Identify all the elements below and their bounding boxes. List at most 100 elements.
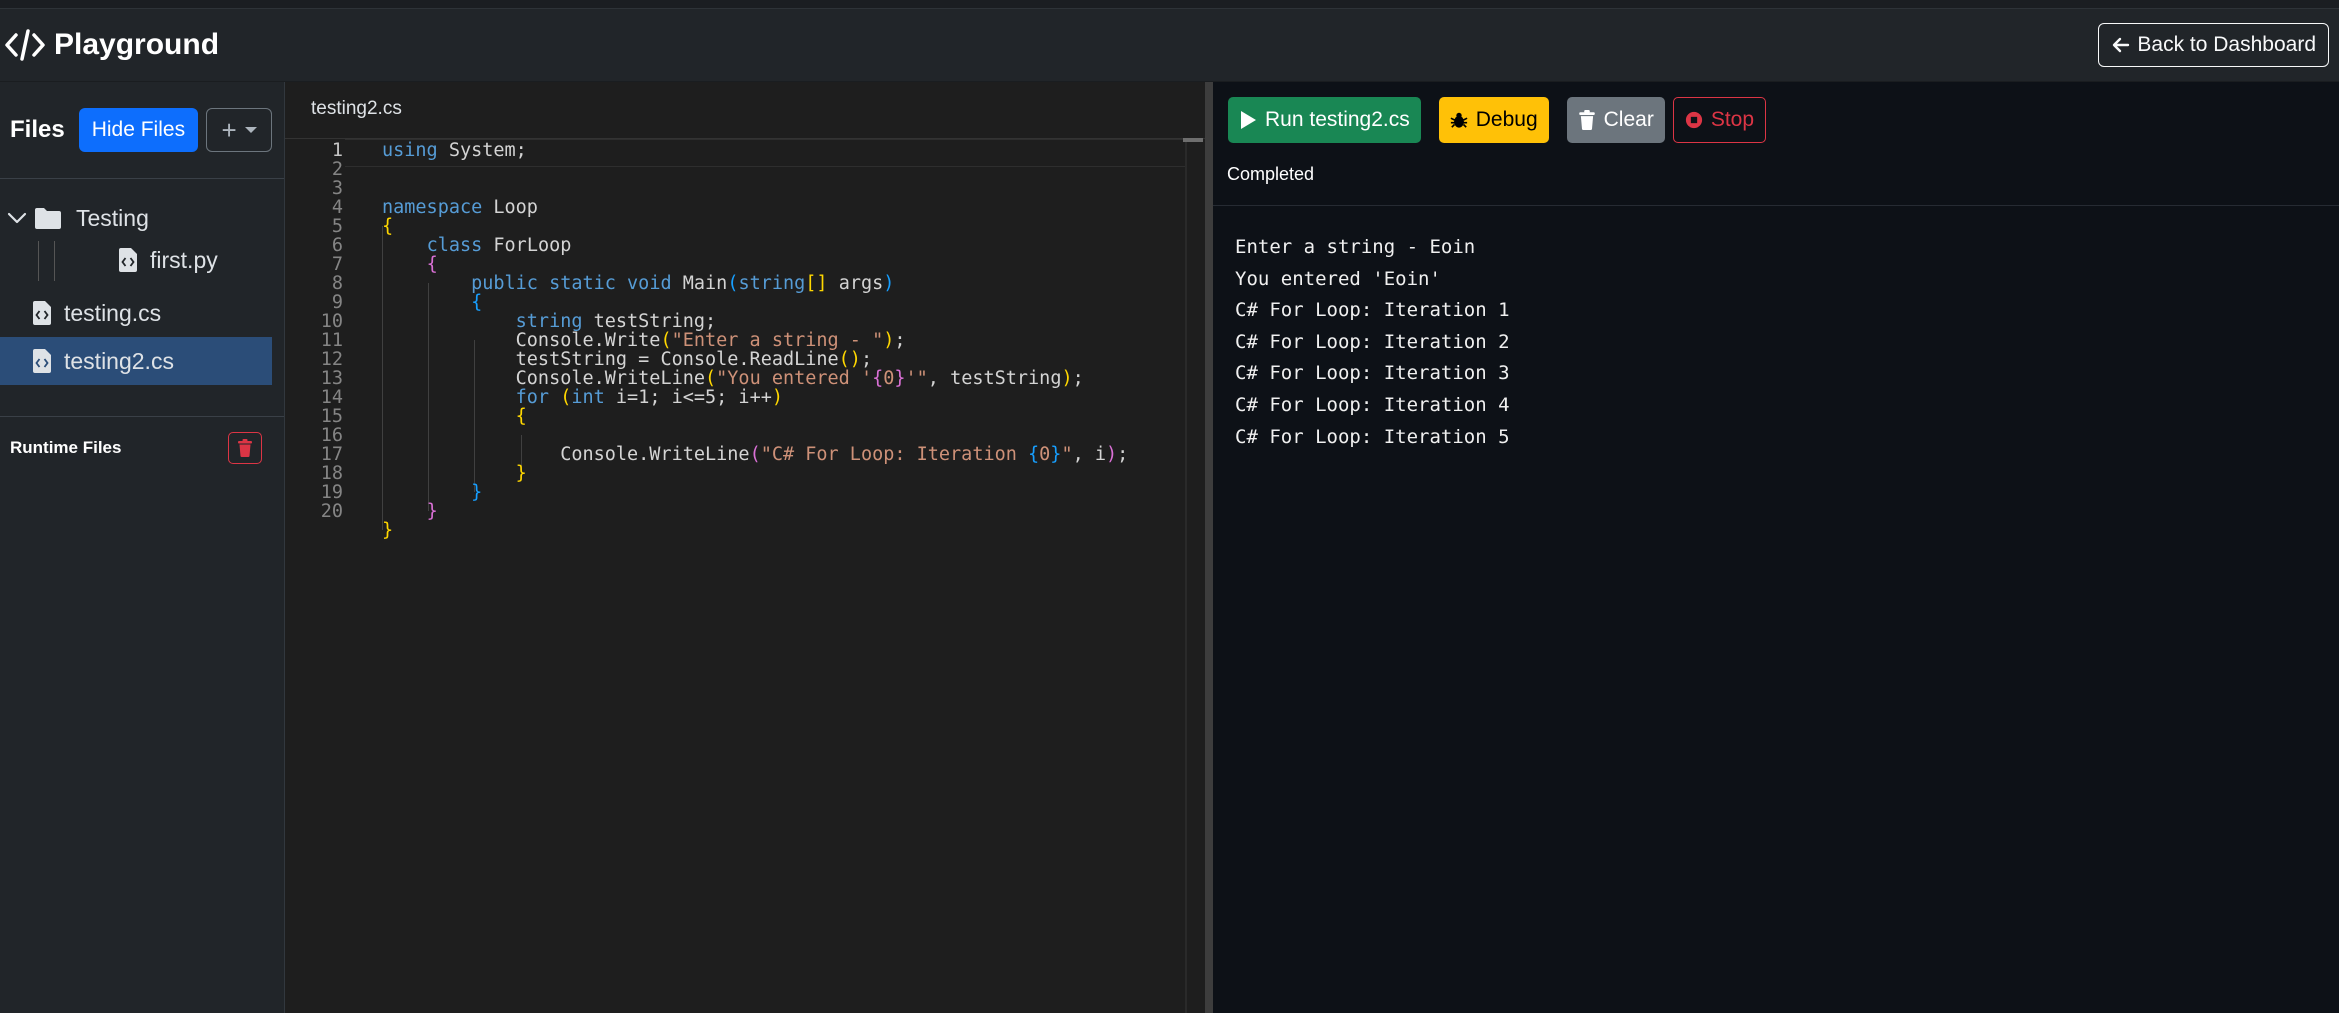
back-to-dashboard-button[interactable]: Back to Dashboard: [2098, 23, 2329, 67]
files-header: Files Hide Files +: [0, 82, 284, 179]
code-line: class ForLoop: [426, 235, 572, 256]
console-line: You entered 'Eoin': [1235, 267, 1441, 290]
file-label: testing2.cs: [64, 347, 174, 374]
pane-resize-handle[interactable]: [1205, 82, 1213, 1013]
runtime-files-title: Runtime Files: [10, 438, 122, 457]
clear-runtime-files-button[interactable]: [228, 432, 262, 464]
code-line: public static void Main(string[] args): [471, 273, 895, 294]
line-number: 19: [320, 482, 343, 503]
line-number: 10: [320, 311, 343, 332]
code-line: namespace Loop: [382, 197, 538, 218]
line-number: 13: [320, 368, 343, 389]
file-code-icon: [33, 301, 51, 325]
run-toolbar: Run testing2.cs Debug Clear Stop: [1228, 97, 1767, 143]
line-number: 14: [320, 387, 343, 408]
editor-tab[interactable]: testing2.cs: [311, 98, 402, 120]
add-file-dropdown[interactable]: +: [206, 108, 273, 152]
console-output: Enter a string - Eoin You entered 'Eoin' C…: [1235, 232, 1510, 453]
code-line: {: [426, 254, 438, 275]
line-number: 3: [331, 178, 343, 199]
clear-button[interactable]: Clear: [1566, 97, 1665, 143]
code-line: }: [426, 501, 438, 522]
line-number: 6: [331, 235, 343, 256]
line-number: 11: [320, 330, 343, 351]
code-line: {: [471, 292, 483, 313]
divider: [0, 416, 284, 417]
line-number: 5: [331, 216, 343, 237]
file-label: first.py: [150, 246, 218, 273]
line-number: 8: [331, 273, 343, 294]
stop-circle-icon: [1685, 111, 1702, 129]
code-line: }: [382, 520, 394, 541]
line-number: 18: [320, 463, 343, 484]
run-status: Completed: [1227, 164, 1315, 184]
file-code-icon: [119, 248, 137, 272]
code-line: }: [471, 482, 483, 503]
file-testing-cs[interactable]: testing.cs: [0, 289, 284, 337]
line-number: 4: [331, 197, 343, 218]
back-to-dashboard-label: Back to Dashboard: [2137, 33, 2316, 56]
trash-icon: [238, 439, 252, 457]
code-line: {: [382, 216, 394, 237]
plus-icon: +: [221, 114, 237, 145]
debug-button[interactable]: Debug: [1438, 97, 1549, 143]
folder-icon: [35, 208, 61, 229]
runtime-files-header: Runtime Files: [10, 430, 262, 466]
stop-label: Stop: [1710, 108, 1755, 131]
code-line: {: [515, 406, 527, 427]
chevron-down-icon: [244, 127, 257, 133]
code-line: }: [515, 463, 527, 484]
file-testing2-cs[interactable]: testing2.cs: [0, 337, 272, 385]
line-number: 7: [331, 254, 343, 275]
folder-label: Testing: [76, 204, 149, 231]
console-line: C# For Loop: Iteration 5: [1235, 425, 1510, 448]
chevron-down-icon[interactable]: [6, 207, 28, 229]
code-line: string testString;: [515, 311, 717, 332]
line-number: 2: [331, 159, 343, 180]
trash-icon: [1578, 110, 1595, 130]
top-navbar: Playground Back to Dashboard: [0, 9, 2339, 82]
hide-files-button[interactable]: Hide Files: [78, 108, 199, 152]
stop-button[interactable]: Stop: [1672, 97, 1767, 143]
file-code-icon: [33, 349, 51, 373]
code-line: using System;: [382, 140, 527, 161]
line-number: 20: [320, 501, 343, 522]
code-line: Console.WriteLine("You entered '{0}'", t…: [382, 368, 1084, 389]
file-label: testing.cs: [64, 299, 162, 326]
code-line: Console.Write("Enter a string - ");: [382, 330, 906, 351]
console-line: Enter a string - Eoin: [1235, 236, 1476, 258]
console-line: C# For Loop: Iteration 2: [1235, 330, 1510, 353]
code-line: Console.WriteLine("C# For Loop: Iteratio…: [382, 444, 1129, 465]
line-number: 1: [331, 140, 343, 161]
editor-scrollbar-thumb[interactable]: [1183, 138, 1203, 142]
brand-title: Playground: [54, 28, 220, 61]
files-title: Files: [10, 116, 65, 143]
play-icon: [1241, 111, 1256, 129]
editor-scrollbar[interactable]: [1185, 138, 1187, 1013]
console-line: C# For Loop: Iteration 3: [1235, 362, 1510, 385]
console-line: C# For Loop: Iteration 1: [1235, 299, 1510, 322]
window-top-strip: [0, 0, 2339, 9]
bug-icon: [1450, 112, 1468, 128]
debug-label: Debug: [1475, 108, 1538, 131]
run-button[interactable]: Run testing2.cs: [1228, 97, 1421, 143]
line-number: 12: [320, 349, 343, 370]
arrow-left-icon: [2113, 37, 2130, 53]
code-line: testString = Console.ReadLine();: [382, 349, 873, 370]
output-panel: Run testing2.cs Debug Clear Stop Complet…: [1213, 82, 2339, 1013]
console-line: C# For Loop: Iteration 4: [1235, 393, 1510, 416]
line-number: 9: [331, 292, 343, 313]
brand[interactable]: Playground: [4, 27, 219, 63]
file-tree: Testing first.py testing.cs testing2.cs: [0, 179, 284, 385]
file-first-py[interactable]: first.py: [0, 239, 284, 281]
divider: [1213, 205, 2339, 206]
code-line: for (int i=1; i<=5; i++): [515, 387, 783, 408]
code-icon: [5, 29, 45, 61]
code-editor[interactable]: testing2.cs 1 2 3 4 5 6 7 8 9 10 11 12 13 14 15 16 17 18 1…: [285, 82, 1205, 1013]
folder-testing[interactable]: Testing: [0, 197, 284, 239]
file-sidebar: Files Hide Files + Testing first.py test…: [0, 82, 285, 1013]
line-number: 15: [320, 406, 343, 427]
line-number: 16: [320, 425, 343, 446]
run-label: Run testing2.cs: [1265, 108, 1410, 131]
line-number: 17: [320, 444, 343, 465]
